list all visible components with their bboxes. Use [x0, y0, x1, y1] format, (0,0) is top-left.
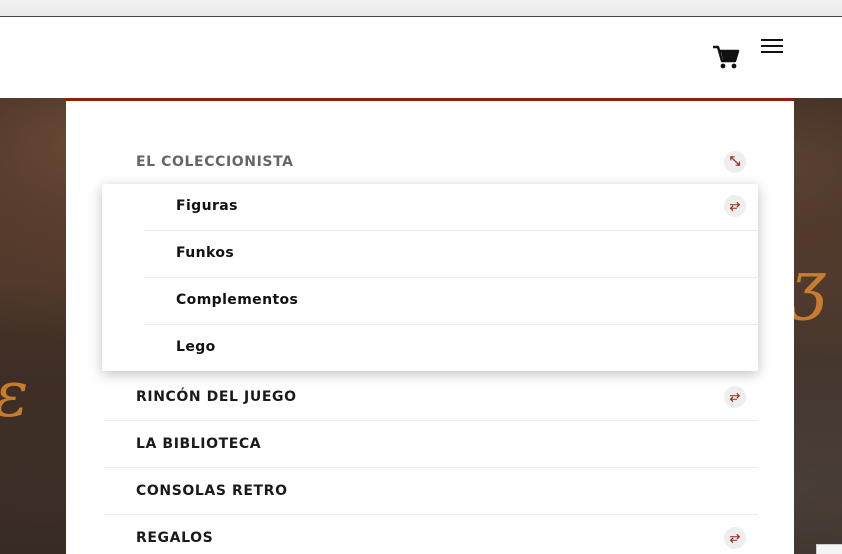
submenu-item-figuras[interactable]: Figuras ⥂	[144, 184, 758, 231]
recaptcha-badge[interactable]	[816, 544, 842, 554]
menu-item-la-biblioteca[interactable]: LA BIBLIOTECA	[104, 421, 758, 468]
site-header	[0, 17, 842, 98]
menu-item-label: RINCÓN DEL JUEGO	[136, 389, 297, 405]
expand-arrows-icon[interactable]: ⥂	[724, 386, 746, 408]
browser-top-strip	[0, 0, 842, 17]
menu-item-regalos[interactable]: REGALOS ⥂	[104, 515, 758, 554]
background-ornament: ɛ	[0, 358, 28, 432]
background-ornament: ʒ	[790, 248, 827, 322]
submenu-item-label: Figuras	[176, 198, 238, 214]
submenu-item-label: Lego	[176, 339, 216, 355]
menu-item-rincon-del-juego[interactable]: RINCÓN DEL JUEGO ⥂	[104, 374, 758, 421]
submenu-item-label: Funkos	[176, 245, 235, 261]
collapse-arrows-icon[interactable]: ⤡	[724, 151, 746, 173]
submenu-item-funkos[interactable]: Funkos	[144, 231, 758, 278]
menu-item-label: EL COLECCIONISTA	[136, 154, 294, 170]
hamburger-icon[interactable]	[761, 39, 783, 57]
submenu-item-label: Complementos	[176, 292, 299, 308]
menu-item-label: LA BIBLIOTECA	[136, 436, 262, 452]
menu-item-label: CONSOLAS RETRO	[136, 483, 288, 499]
submenu-item-complementos[interactable]: Complementos	[144, 278, 758, 325]
submenu-item-lego[interactable]: Lego	[144, 325, 758, 372]
expand-arrows-icon[interactable]: ⥂	[724, 195, 746, 217]
menu-item-el-coleccionista[interactable]: EL COLECCIONISTA ⤡	[104, 139, 758, 186]
submenu-el-coleccionista: Figuras ⥂ Funkos Complementos Lego	[102, 184, 758, 371]
menu-item-consolas-retro[interactable]: CONSOLAS RETRO	[104, 468, 758, 515]
menu-item-label: REGALOS	[136, 530, 214, 546]
expand-arrows-icon[interactable]: ⥂	[724, 527, 746, 549]
cart-icon[interactable]	[712, 44, 740, 70]
